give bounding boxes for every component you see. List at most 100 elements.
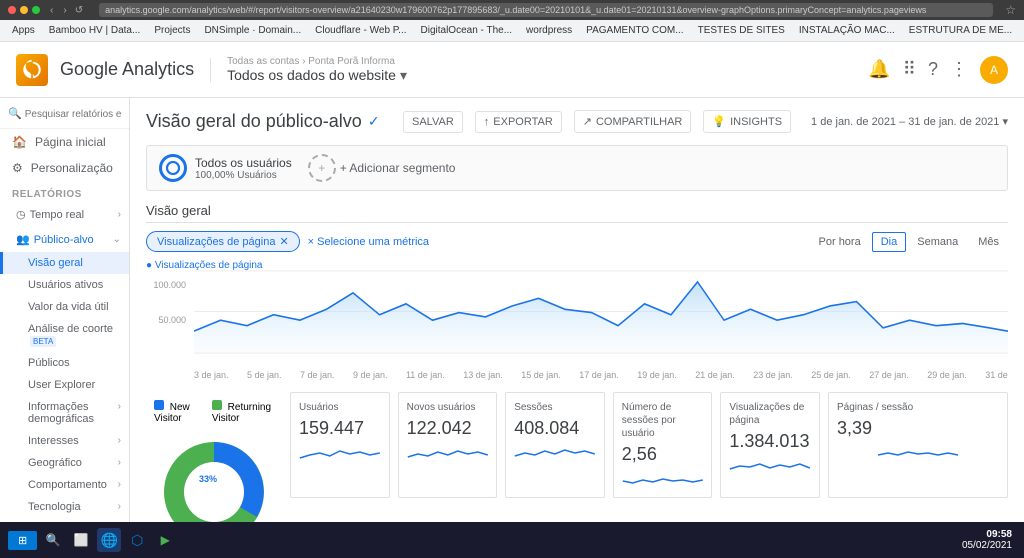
pie-chart: 33% 67% <box>154 432 274 522</box>
metric-usuarios-value: 159.447 <box>299 418 381 439</box>
metric-visualizacoes-spark <box>729 456 811 476</box>
segment-circle <box>159 154 187 182</box>
sidebar-item-audience[interactable]: 👥 Público-alvo ⌄ <box>0 227 129 252</box>
metric-novos-spark <box>407 443 489 463</box>
tab-por-hora[interactable]: Por hora <box>810 232 870 252</box>
metric-controls: Visualizações de página ✕ × Selecione um… <box>146 231 429 252</box>
taskbar-chrome[interactable]: 🌐 <box>97 528 121 552</box>
start-button[interactable]: ⊞ <box>8 531 37 550</box>
add-segment-button[interactable]: + + Adicionar segmento <box>308 154 456 182</box>
segment-label: Todos os usuários <box>195 156 292 170</box>
app-header: Google Analytics Todas as contas › Ponta… <box>0 42 1024 98</box>
x-label-12: 25 de jan. <box>811 370 851 380</box>
chart-y-mid: 50.000 <box>146 315 186 325</box>
x-label-14: 29 de jan. <box>927 370 967 380</box>
more-icon[interactable]: ⋮ <box>950 59 968 80</box>
sidebar-audience-label: Público-alvo <box>34 234 109 246</box>
bookmark-dnsimple[interactable]: DNSimple · Domain... <box>200 25 305 36</box>
sidebar-item-valor-vida[interactable]: Valor da vida útil <box>0 296 129 318</box>
sidebar-item-analise-coorte[interactable]: Análise de coorte BETA <box>0 318 129 352</box>
account-label: Todas as contas › Ponta Porã Informa <box>227 56 407 67</box>
sidebar-reports-label: RELATÓRIOS <box>0 181 129 202</box>
bookmark-cloudflare[interactable]: Cloudflare - Web P... <box>311 25 410 36</box>
chrome-icon: 🌐 <box>101 532 118 549</box>
sidebar-item-customize[interactable]: ⚙ Personalização <box>0 155 129 181</box>
url-bar[interactable]: analytics.google.com/analytics/web/#/rep… <box>99 3 993 17</box>
bookmark-digitalocean[interactable]: DigitalOcean - The... <box>417 25 517 36</box>
taskbar-terminal[interactable]: ▶ <box>153 528 177 552</box>
segment-all-users: Todos os usuários 100,00% Usuários <box>159 154 292 182</box>
tab-mes[interactable]: Mês <box>969 232 1008 252</box>
bookmark-icon[interactable]: ☆ <box>1005 3 1016 17</box>
export-button[interactable]: ↑ EXPORTAR <box>475 111 562 133</box>
share-button[interactable]: ↗ COMPARTILHAR <box>574 110 692 133</box>
export-icon: ↑ <box>484 116 490 128</box>
search-input[interactable] <box>25 109 121 120</box>
vscode-icon: ⬡ <box>131 532 143 549</box>
add-segment-circle: + <box>308 154 336 182</box>
task-view-icon: ⬜ <box>74 533 89 547</box>
date-range[interactable]: 1 de jan. de 2021 – 31 de jan. de 2021 ▾ <box>811 115 1008 128</box>
x-label-9: 19 de jan. <box>637 370 677 380</box>
sidebar-item-demograficas[interactable]: Informações demográficas › <box>0 396 129 430</box>
time-tabs: Por hora Dia Semana Mês <box>810 232 1008 252</box>
x-label-15: 31 de <box>985 370 1008 380</box>
bookmark-instalacao[interactable]: INSTALAÇÃO MAC... <box>795 25 899 36</box>
close-dot <box>8 6 16 14</box>
x-label-6: 13 de jan. <box>463 370 503 380</box>
save-button[interactable]: SALVAR <box>403 111 463 133</box>
tab-dia[interactable]: Dia <box>872 232 907 252</box>
segment-bar: Todos os usuários 100,00% Usuários + + A… <box>146 145 1008 191</box>
sidebar-item-visao-geral[interactable]: Visão geral <box>0 252 129 274</box>
taskbar-vscode[interactable]: ⬡ <box>125 528 149 552</box>
pie-legend: New Visitor Returning Visitor <box>154 400 274 424</box>
sidebar-item-publicos[interactable]: Públicos <box>0 352 129 374</box>
insights-button[interactable]: 💡 INSIGHTS <box>703 110 791 133</box>
chart-svg-area <box>194 260 1008 364</box>
sidebar-item-comportamento[interactable]: Comportamento › <box>0 474 129 496</box>
tecnologia-expand-icon: › <box>118 501 121 513</box>
sidebar-item-movel[interactable]: Dispositivos móveis › <box>0 518 129 522</box>
metric-sessoes-usuario-value: 2,56 <box>622 444 704 465</box>
taskbar-search[interactable]: 🔍 <box>41 528 65 552</box>
bookmark-apps[interactable]: Apps <box>8 25 39 36</box>
website-label[interactable]: Todos os dados do website ▾ <box>227 67 407 84</box>
report-title-area: Visão geral do público-alvo ✓ <box>146 111 380 132</box>
url-text: analytics.google.com/analytics/web/#/rep… <box>105 5 926 15</box>
metric-usuarios-spark <box>299 443 381 463</box>
nav-back-icon[interactable]: ‹ <box>50 5 53 16</box>
nav-refresh-icon[interactable]: ↺ <box>75 5 83 16</box>
bookmark-wordpress[interactable]: wordpress <box>522 25 576 36</box>
sidebar-item-interesses[interactable]: Interesses › <box>0 430 129 452</box>
sidebar-customize-label: Personalização <box>31 161 113 175</box>
sidebar-item-user-explorer[interactable]: User Explorer <box>0 374 129 396</box>
sidebar-item-tecnologia[interactable]: Tecnologia › <box>0 496 129 518</box>
user-avatar[interactable]: A <box>980 56 1008 84</box>
sidebar-item-geografico[interactable]: Geográfico › <box>0 452 129 474</box>
bookmark-bamboo[interactable]: Bamboo HV | Data... <box>45 25 145 36</box>
bookmark-testes[interactable]: TESTES DE SITES <box>694 25 789 36</box>
apps-icon[interactable]: ⠿ <box>903 59 916 80</box>
sidebar-item-usuarios-ativos[interactable]: Usuários ativos <box>0 274 129 296</box>
x-label-11: 23 de jan. <box>753 370 793 380</box>
help-icon[interactable]: ? <box>928 59 938 80</box>
legend-returning-visitor: Returning Visitor <box>212 400 274 424</box>
bookmark-projects[interactable]: Projects <box>150 25 194 36</box>
metric-chip[interactable]: Visualizações de página ✕ <box>146 231 300 252</box>
sidebar-item-realtime[interactable]: ◷ Tempo real › <box>0 202 129 227</box>
windows-icon: ⊞ <box>18 534 27 547</box>
sidebar-item-home[interactable]: 🏠 Página inicial <box>0 129 129 155</box>
notification-icon[interactable]: 🔔 <box>868 59 890 80</box>
new-visitor-dot <box>154 400 164 410</box>
bookmark-estrutura[interactable]: ESTRUTURA DE ME... <box>905 25 1016 36</box>
x-label-7: 15 de jan. <box>521 370 561 380</box>
taskbar-task-view[interactable]: ⬜ <box>69 528 93 552</box>
app-title: Google Analytics <box>60 59 194 80</box>
select-metric-button[interactable]: × Selecione uma métrica <box>308 236 429 248</box>
metric-paginas-sessao-label: Páginas / sessão <box>837 401 999 414</box>
tab-semana[interactable]: Semana <box>908 232 967 252</box>
nav-forward-icon[interactable]: › <box>63 5 66 16</box>
pie-chart-section: New Visitor Returning Visitor <box>146 392 282 522</box>
taskbar: ⊞ 🔍 ⬜ 🌐 ⬡ ▶ 09:58 05/02/2021 <box>0 522 1024 558</box>
bookmark-pagamento[interactable]: PAGAMENTO COM... <box>582 25 687 36</box>
